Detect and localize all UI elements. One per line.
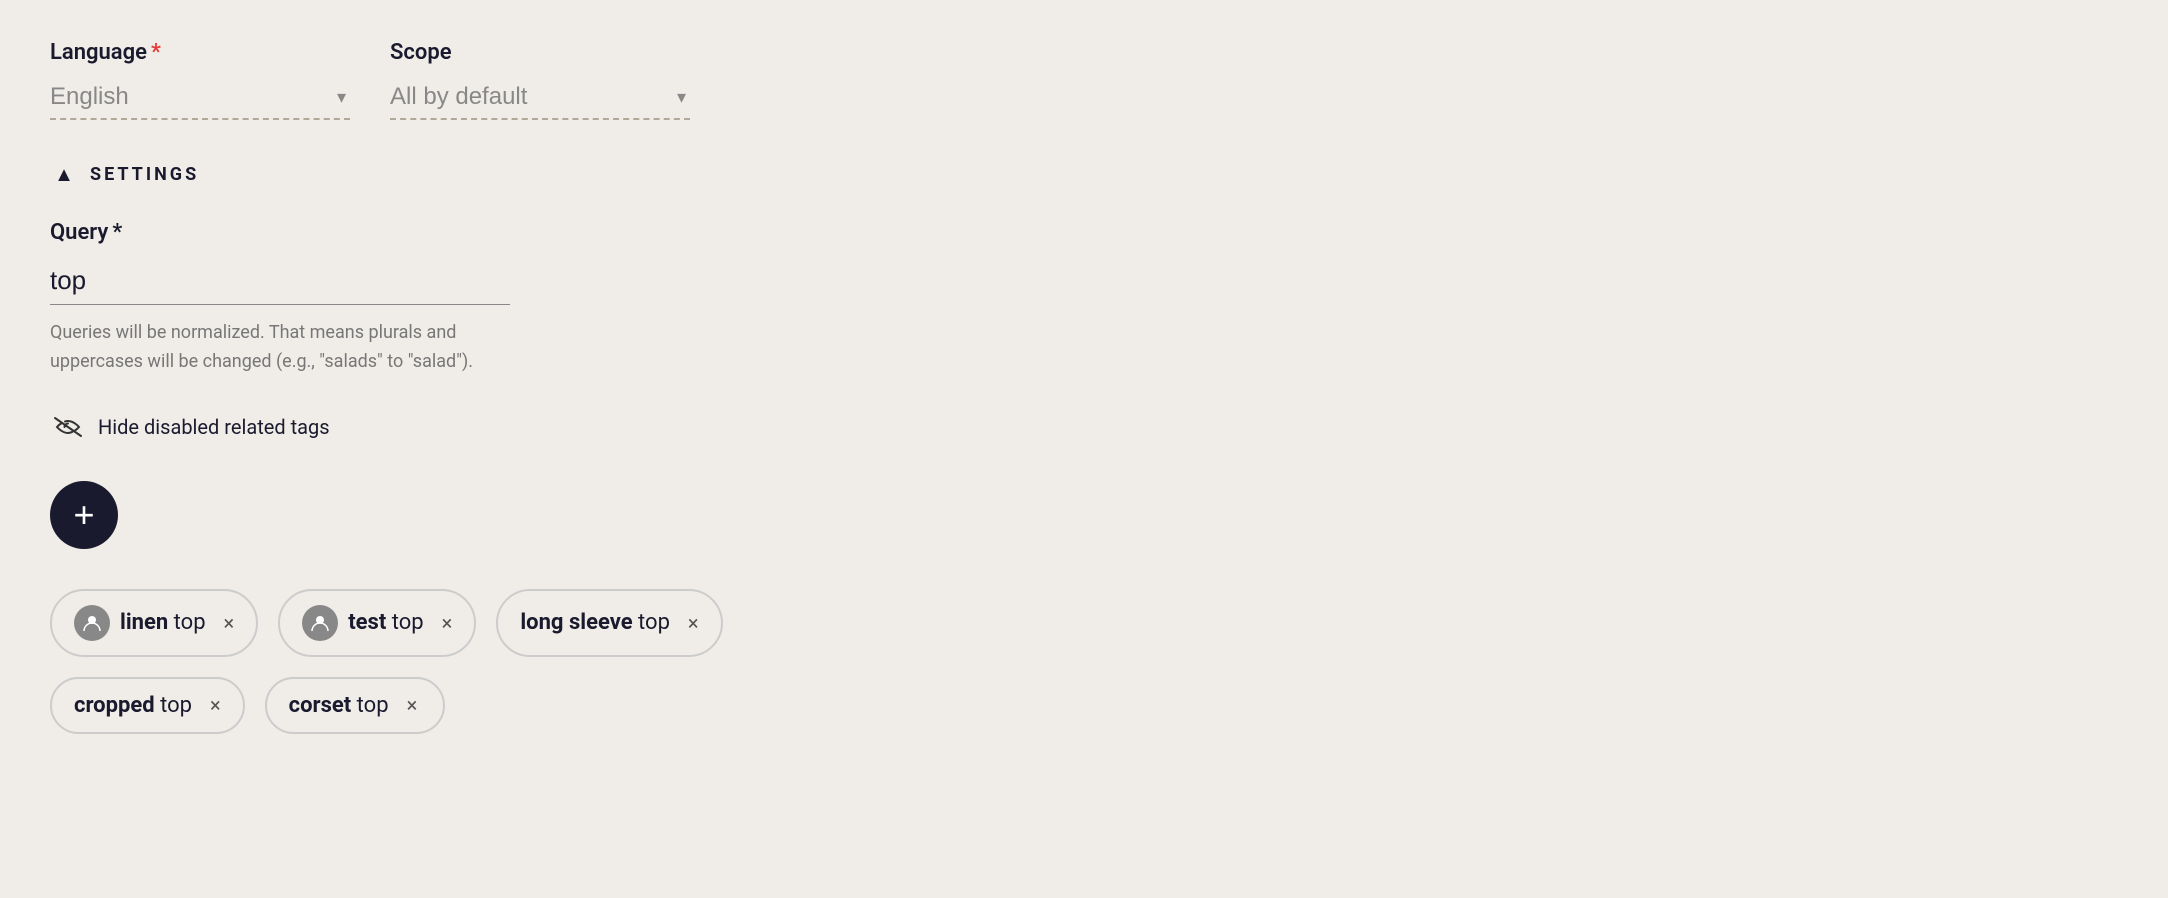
tag-text-corset: corset top — [289, 693, 389, 718]
query-input[interactable] — [50, 257, 510, 305]
query-hint: Queries will be normalized. That means p… — [50, 319, 490, 377]
settings-collapse-icon[interactable]: ▲ — [50, 160, 78, 188]
tag-close-linen[interactable]: × — [224, 611, 235, 635]
hide-tags-row: Hide disabled related tags — [50, 409, 850, 445]
tag-chip-corset: corset top × — [265, 677, 445, 734]
eye-slash-icon[interactable] — [50, 409, 86, 445]
form-section: Language * English ▾ Scope All by defaul… — [50, 40, 850, 734]
tag-close-test[interactable]: × — [442, 611, 453, 635]
language-label-text: Language — [50, 40, 147, 65]
add-button[interactable]: + — [50, 481, 118, 549]
settings-header: ▲ SETTINGS — [50, 160, 850, 188]
tag-chip-linen: linen top × — [50, 589, 258, 657]
query-label-text: Query — [50, 220, 108, 245]
scope-label-text: Scope — [390, 40, 452, 65]
tag-avatar-linen — [74, 605, 110, 641]
tags-row: linen top × test top × long sleeve top ×… — [50, 589, 850, 734]
tag-avatar-test — [302, 605, 338, 641]
add-button-icon: + — [73, 497, 94, 533]
language-select-wrapper[interactable]: English ▾ — [50, 75, 350, 120]
tag-text-test: test top — [348, 610, 423, 635]
scope-select-wrapper[interactable]: All by default ▾ — [390, 75, 690, 120]
field-row-language-scope: Language * English ▾ Scope All by defaul… — [50, 40, 850, 120]
tag-chip-cropped: cropped top × — [50, 677, 245, 734]
tag-chip-long-sleeve: long sleeve top × — [496, 589, 722, 657]
settings-title: SETTINGS — [90, 164, 199, 185]
language-field-group: Language * English ▾ — [50, 40, 350, 120]
query-label: Query * — [50, 220, 850, 245]
tag-close-long-sleeve[interactable]: × — [688, 611, 699, 635]
query-required-asterisk: * — [112, 220, 122, 245]
language-select[interactable]: English — [50, 75, 350, 120]
tag-close-corset[interactable]: × — [407, 693, 418, 717]
scope-field-group: Scope All by default ▾ — [390, 40, 690, 120]
tag-close-cropped[interactable]: × — [210, 693, 221, 717]
tag-text-cropped: cropped top — [74, 693, 192, 718]
tag-chip-test: test top × — [278, 589, 476, 657]
query-section: Query * Queries will be normalized. That… — [50, 220, 850, 377]
tag-text-linen: linen top — [120, 610, 206, 635]
scope-select[interactable]: All by default — [390, 75, 690, 120]
language-label: Language * — [50, 40, 350, 65]
tag-text-long-sleeve: long sleeve top — [520, 610, 670, 635]
scope-label: Scope — [390, 40, 690, 65]
language-required-asterisk: * — [151, 40, 161, 65]
hide-tags-label: Hide disabled related tags — [98, 415, 330, 439]
